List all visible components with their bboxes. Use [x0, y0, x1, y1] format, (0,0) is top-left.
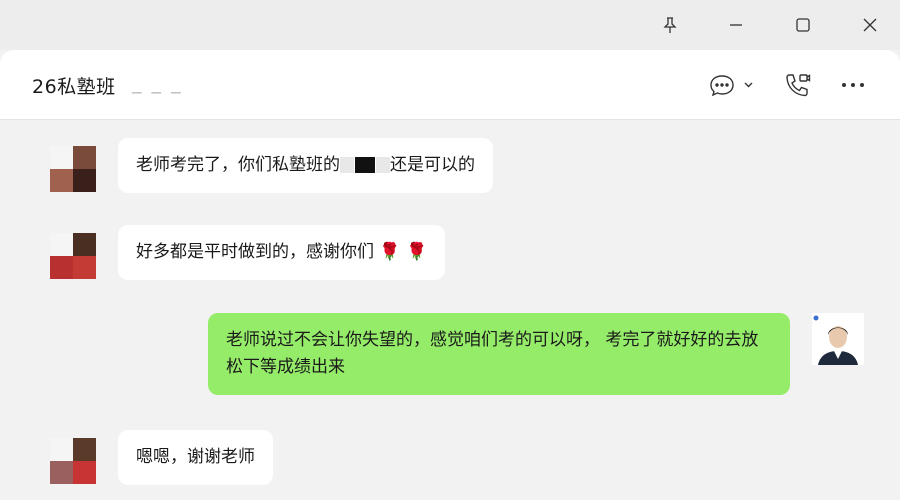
minimize-icon: [730, 24, 742, 26]
user-portrait-icon: [812, 313, 864, 365]
message-bubble-incoming[interactable]: 嗯嗯，谢谢老师: [118, 430, 273, 485]
redacted-text: [376, 157, 390, 173]
chat-title[interactable]: 26私塾班: [32, 72, 116, 99]
phone-call-icon: [786, 74, 811, 97]
chat-title-suffix: _ _ _: [132, 72, 183, 94]
message-text: 好多都是平时做到的，感谢你们: [136, 242, 374, 262]
chat-bubble-icon: [710, 75, 753, 97]
redacted-text: [340, 157, 354, 173]
message-list[interactable]: 老师考完了，你们私塾班的 还是可以的 好多都是平时做到的，感谢你们 🌹 🌹 老师说…: [0, 120, 900, 500]
rose-emoji: 🌹 🌹: [379, 242, 428, 262]
close-icon: [863, 18, 877, 32]
pin-icon: [663, 17, 677, 33]
chat-header: 26私塾班 _ _ _: [0, 50, 900, 120]
close-button[interactable]: [848, 8, 892, 42]
message-text: 嗯嗯，谢谢老师: [136, 447, 255, 467]
call-button[interactable]: [780, 67, 814, 103]
message-text: 还是可以的: [390, 155, 475, 175]
message-text: 老师说过不会让你失望的，感觉咱们考的可以呀， 考完了就好好的去放松下等成绩出来: [226, 330, 759, 377]
more-icon: [842, 83, 864, 87]
more-options-button[interactable]: [838, 67, 868, 103]
chat-info-button[interactable]: [706, 67, 758, 103]
message-bubble-outgoing[interactable]: 老师说过不会让你失望的，感觉咱们考的可以呀， 考完了就好好的去放松下等成绩出来: [208, 313, 790, 395]
message-text: 老师考完了，你们私塾班的: [136, 155, 340, 175]
contact-avatar[interactable]: [50, 438, 96, 484]
contact-avatar[interactable]: [50, 233, 96, 279]
chevron-down-icon: [744, 82, 753, 88]
message-bubble-incoming[interactable]: 老师考完了，你们私塾班的 还是可以的: [118, 138, 493, 193]
window-titlebar: [0, 0, 900, 50]
contact-avatar[interactable]: [50, 146, 96, 192]
maximize-icon: [796, 18, 810, 32]
maximize-button[interactable]: [781, 8, 825, 42]
redacted-text: [355, 157, 375, 173]
message-bubble-incoming[interactable]: 好多都是平时做到的，感谢你们 🌹 🌹: [118, 225, 446, 280]
pin-button[interactable]: [648, 8, 692, 42]
minimize-button[interactable]: [714, 8, 758, 42]
my-avatar[interactable]: [812, 313, 864, 365]
